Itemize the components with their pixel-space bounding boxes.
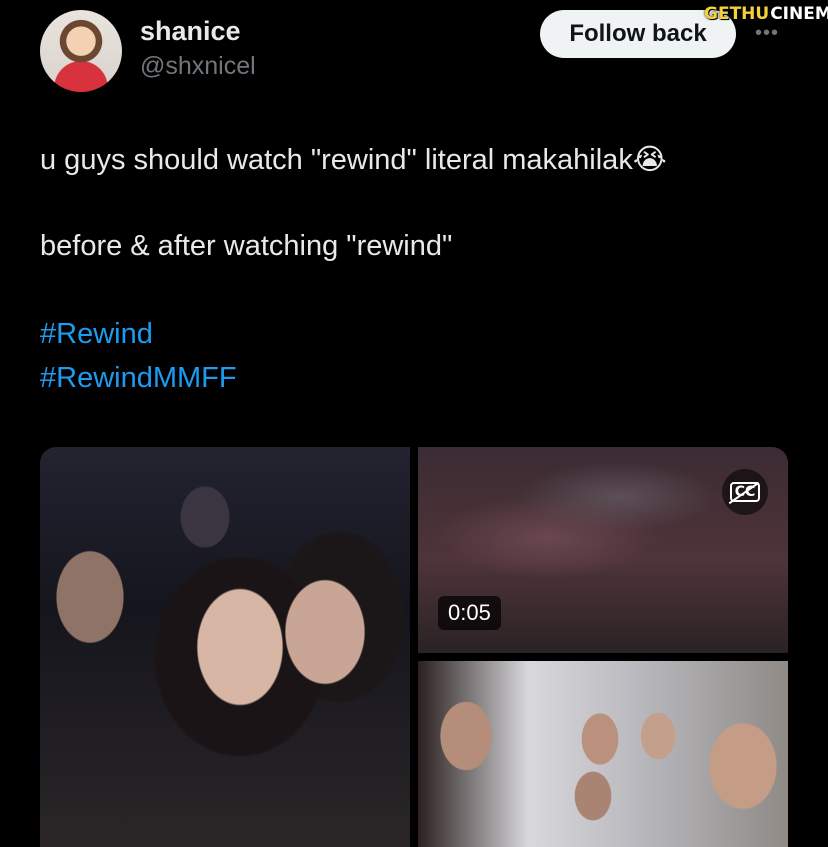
tweet-text-1: u guys should watch "rewind" literal mak… xyxy=(40,144,633,176)
captions-label: CC xyxy=(729,482,761,502)
display-name[interactable]: shanice xyxy=(140,16,241,47)
user-handle[interactable]: @shxnicel xyxy=(140,52,256,81)
watermark-text-2: CINEMA xyxy=(769,4,828,24)
video-player[interactable]: CC 0:05 xyxy=(418,447,788,653)
hashtag-rewind[interactable]: #Rewind xyxy=(40,318,153,351)
watermark-text-1: GETHU xyxy=(704,4,770,24)
video-duration: 0:05 xyxy=(438,596,501,630)
hashtag-rewindmmff[interactable]: #RewindMMFF xyxy=(40,362,237,395)
more-options-icon[interactable]: ••• xyxy=(755,22,779,45)
photo-before[interactable] xyxy=(40,447,410,847)
tweet-text-line-1: u guys should watch "rewind" literal mak… xyxy=(40,142,667,177)
watermark-logo: GETHUCINEMA xyxy=(704,4,828,24)
photo-after[interactable] xyxy=(418,661,788,847)
media-grid: CC 0:05 xyxy=(40,447,788,847)
cc-off-icon[interactable]: CC xyxy=(722,469,768,515)
crying-emoji-icon: 😭 xyxy=(632,142,667,176)
avatar[interactable] xyxy=(40,10,122,92)
tweet-text-line-2: before & after watching "rewind" xyxy=(40,230,453,262)
